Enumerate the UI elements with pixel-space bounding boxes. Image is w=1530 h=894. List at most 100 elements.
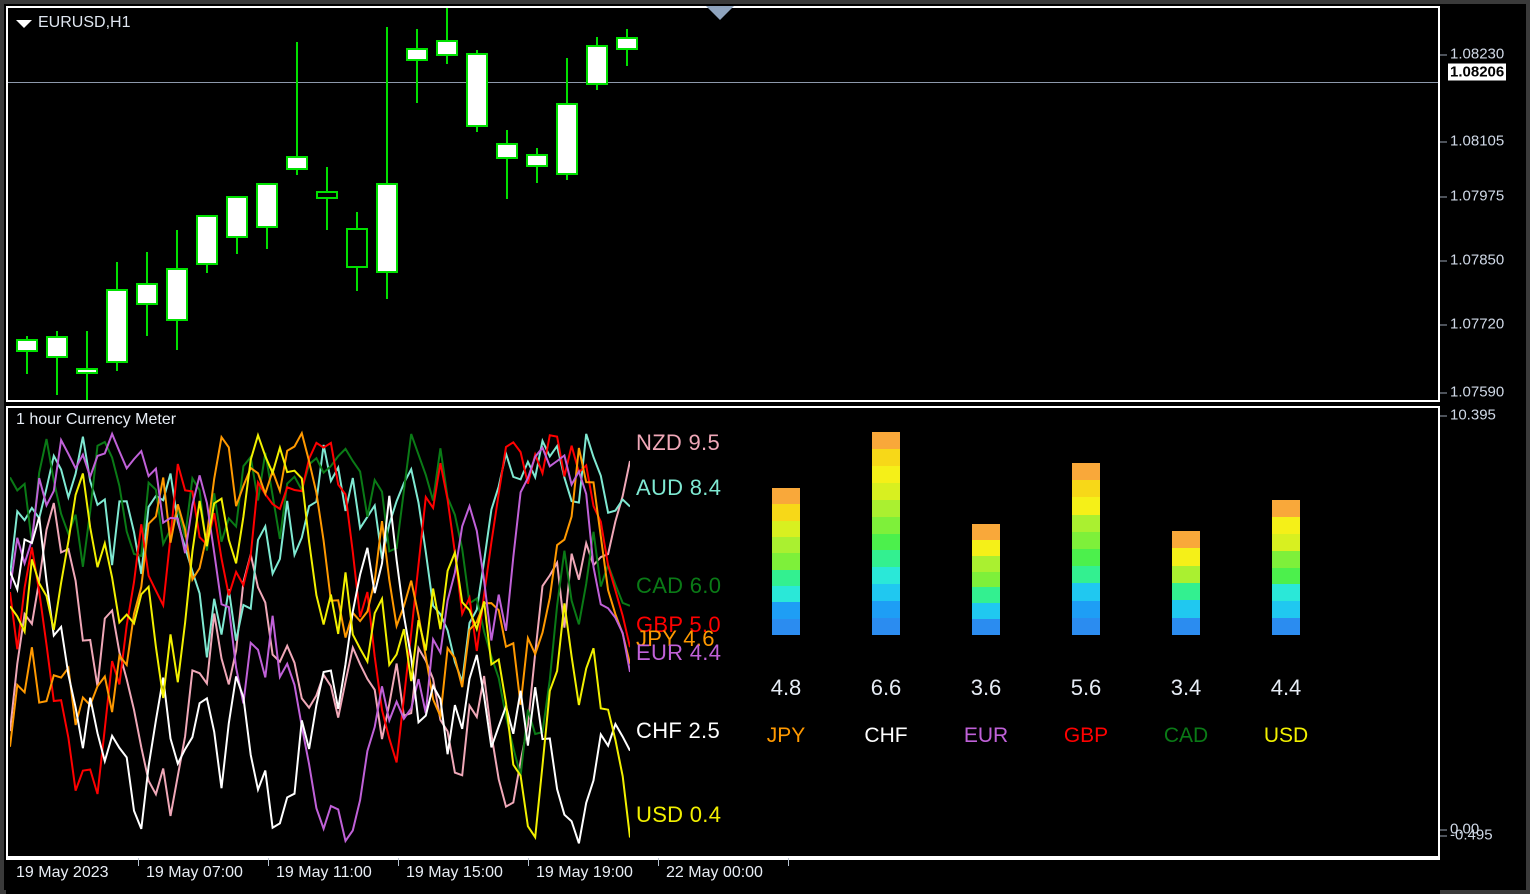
candlestick xyxy=(166,267,188,321)
bar-segment xyxy=(1072,600,1100,618)
price-chart-title: EURUSD,H1 xyxy=(38,14,131,31)
bar-segment xyxy=(1172,582,1200,601)
bar-segment xyxy=(1272,516,1300,534)
currency-meter-pane[interactable] xyxy=(6,406,1440,858)
bar-segment xyxy=(1272,584,1300,602)
meter-bar-chf xyxy=(872,432,900,636)
bar-value-usd: 4.4 xyxy=(1270,675,1302,700)
bar-segment xyxy=(772,602,800,619)
bar-segment xyxy=(972,571,1000,588)
time-axis-label: 19 May 2023 xyxy=(16,864,109,881)
time-axis-label: 19 May 19:00 xyxy=(536,864,633,881)
bar-segment xyxy=(772,585,800,603)
price-scale-tick: 1.07975 xyxy=(1439,187,1505,205)
bar-segment xyxy=(872,482,900,500)
bar-segment xyxy=(872,516,900,534)
bar-segment xyxy=(872,584,900,602)
bar-segment xyxy=(772,618,800,635)
candle-wick xyxy=(86,331,88,400)
bar-segment xyxy=(872,550,900,568)
time-axis-label: 22 May 00:00 xyxy=(666,864,763,881)
bar-segment xyxy=(1072,531,1100,550)
bar-segment xyxy=(1072,549,1100,567)
candle-wick xyxy=(506,129,508,199)
candle-wick xyxy=(326,166,328,231)
bar-segment xyxy=(772,520,800,537)
bar-segment xyxy=(972,603,1000,620)
candlestick xyxy=(496,143,518,159)
candlestick xyxy=(586,45,608,85)
meter-bar-gbp xyxy=(1072,463,1100,636)
bar-label-cad: CAD xyxy=(1163,724,1209,747)
bar-segment xyxy=(772,488,800,505)
bar-segment xyxy=(1272,550,1300,568)
candlestick xyxy=(436,39,458,56)
bar-segment xyxy=(772,553,800,570)
candlestick xyxy=(316,190,338,199)
bar-segment xyxy=(972,555,1000,572)
price-scale[interactable]: 1.08230 1.08105 1.07975 1.07850 1.07720 1.075… xyxy=(1439,6,1530,402)
price-scale-tick: 1.07590 xyxy=(1439,383,1505,401)
bar-segment xyxy=(872,567,900,585)
bar-segment xyxy=(772,536,800,554)
candlestick xyxy=(46,336,68,358)
candlestick xyxy=(466,53,488,128)
bar-segment xyxy=(772,504,800,521)
bar-label-chf: CHF xyxy=(864,724,908,747)
candlestick xyxy=(136,283,158,305)
bar-segment xyxy=(772,569,800,586)
bar-segment xyxy=(1272,500,1300,517)
price-chart-canvas xyxy=(8,8,1438,400)
bar-segment xyxy=(1272,567,1300,585)
bar-value-cad: 3.4 xyxy=(1170,675,1202,700)
bar-segment xyxy=(872,432,900,449)
chevron-down-icon[interactable] xyxy=(16,20,32,28)
candlestick xyxy=(406,47,428,61)
currency-meter-scale[interactable]: 10.395 0.00 -0.495 xyxy=(1439,406,1530,858)
bar-segment xyxy=(1072,480,1100,498)
bar-segment xyxy=(1072,497,1100,515)
bar-segment xyxy=(1172,548,1200,566)
meter-label-cad: CAD 6.0 xyxy=(636,573,722,598)
time-axis-tick xyxy=(528,858,529,866)
bar-segment xyxy=(1272,618,1300,635)
bar-segment xyxy=(1272,533,1300,551)
candlestick xyxy=(226,196,248,239)
bar-label-usd: USD xyxy=(1263,724,1309,747)
price-scale-tick: 1.08105 xyxy=(1439,132,1505,150)
bar-segment xyxy=(1072,583,1100,601)
bar-label-jpy: JPY xyxy=(766,724,806,747)
triangle-down-icon[interactable] xyxy=(706,6,734,20)
bar-segment xyxy=(1172,565,1200,583)
time-axis-label: 19 May 15:00 xyxy=(406,864,503,881)
bar-value-gbp: 5.6 xyxy=(1070,675,1102,700)
time-axis[interactable]: 19 May 2023 19 May 07:00 19 May 11:00 19 Ma… xyxy=(6,858,1440,894)
candlestick xyxy=(346,227,368,268)
meter-bar-cad xyxy=(1172,531,1200,635)
currency-line-gbp xyxy=(10,434,630,795)
bar-label-gbp: GBP xyxy=(1063,724,1109,747)
current-price-label: 1.08206 xyxy=(1448,63,1507,81)
meter-label-nzd: NZD 9.5 xyxy=(636,430,721,455)
meter-bar-jpy xyxy=(772,488,800,635)
bar-segment xyxy=(872,601,900,619)
time-axis-tick xyxy=(398,858,399,866)
time-axis-label: 19 May 07:00 xyxy=(146,864,243,881)
time-axis-tick xyxy=(138,858,139,866)
price-scale-tick: 1.08230 xyxy=(1439,45,1505,63)
bar-segment xyxy=(872,465,900,483)
bar-segment xyxy=(1172,600,1200,618)
bar-segment xyxy=(872,618,900,636)
bar-segment xyxy=(1072,463,1100,481)
bar-segment xyxy=(972,619,1000,636)
bar-label-eur: EUR xyxy=(963,724,1009,747)
meter-label-eur: EUR 4.4 xyxy=(636,640,722,665)
bar-segment xyxy=(1072,617,1100,636)
currency-meter-title: 1 hour Currency Meter xyxy=(16,411,177,428)
meter-scale-min: -0.495 xyxy=(1440,826,1493,844)
bar-segment xyxy=(1172,617,1200,635)
time-axis-tick xyxy=(658,858,659,866)
currency-line-cad xyxy=(10,433,630,777)
price-chart-pane[interactable] xyxy=(6,6,1440,402)
meter-label-usd: USD 0.4 xyxy=(636,802,722,827)
